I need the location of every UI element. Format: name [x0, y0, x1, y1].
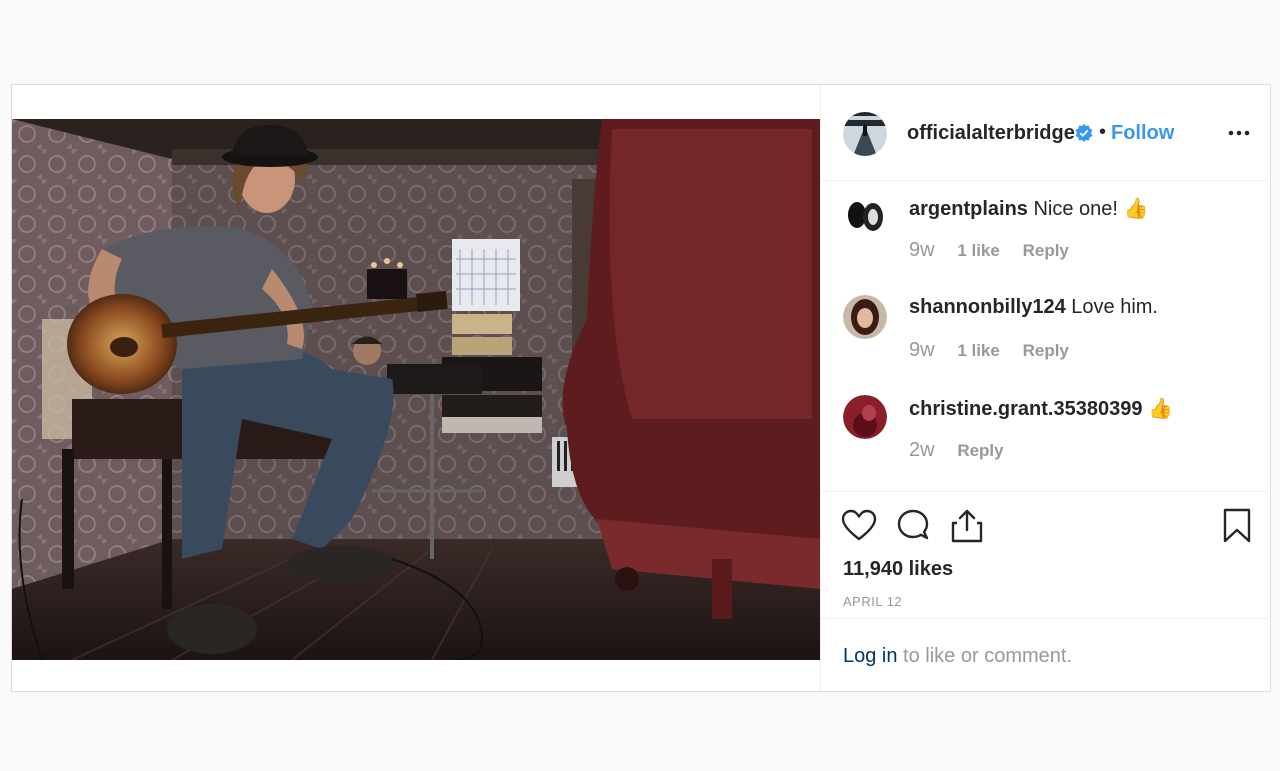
comment-item: argentplains Nice one! 👍 9w 1 like Reply	[821, 181, 1271, 281]
login-rest-text: to like or comment.	[897, 645, 1073, 667]
comment-meta: 9w 1 like Reply	[909, 239, 1087, 262]
comment-meta: 9w 1 like Reply	[909, 339, 1087, 362]
comment-icon[interactable]	[895, 508, 931, 544]
reply-button[interactable]: Reply	[1023, 341, 1069, 360]
post-sidebar: officialalterbridge • Follow argentplain…	[820, 85, 1271, 691]
comment-item: christine.grant.35380399 👍 2w Reply	[821, 381, 1271, 481]
comment-meta: 2w Reply	[909, 439, 1022, 462]
reply-button[interactable]: Reply	[957, 441, 1003, 460]
post-actions: 11,940 likes APRIL 12	[821, 491, 1271, 619]
comment-body: Nice one! 👍	[1033, 198, 1149, 220]
comment-username[interactable]: argentplains	[909, 198, 1028, 220]
author-avatar[interactable]	[843, 112, 887, 156]
reply-button[interactable]: Reply	[1023, 241, 1069, 260]
bookmark-icon[interactable]	[1219, 508, 1255, 544]
author-username[interactable]: officialalterbridge	[907, 122, 1075, 145]
comment-likes[interactable]: 1 like	[957, 341, 1000, 360]
comment-body: Love him.	[1071, 296, 1158, 318]
login-text: Log in to like or comment.	[843, 645, 1072, 668]
heart-icon[interactable]	[841, 508, 877, 544]
commenter-avatar[interactable]	[843, 395, 887, 439]
separator-dot: •	[1099, 121, 1107, 143]
share-icon[interactable]	[949, 508, 985, 544]
comment-text: shannonbilly124 Love him.	[909, 296, 1158, 319]
comments-list: argentplains Nice one! 👍 9w 1 like Reply	[821, 181, 1271, 491]
verified-badge-icon	[1075, 124, 1093, 142]
commenter-avatar[interactable]	[843, 195, 887, 239]
comment-text: argentplains Nice one! 👍	[909, 196, 1148, 221]
follow-button[interactable]: Follow	[1111, 122, 1174, 145]
comment-time[interactable]: 2w	[909, 439, 935, 461]
comment-text: christine.grant.35380399 👍	[909, 396, 1173, 421]
post-photo[interactable]	[12, 119, 820, 660]
likes-count[interactable]: 11,940 likes	[843, 558, 953, 581]
comment-username[interactable]: shannonbilly124	[909, 296, 1066, 318]
more-options-icon[interactable]	[1227, 123, 1251, 143]
comment-username[interactable]: christine.grant.35380399	[909, 398, 1142, 420]
comment-likes[interactable]: 1 like	[957, 241, 1000, 260]
login-prompt: Log in to like or comment.	[821, 618, 1271, 691]
studio-guitarist-photo	[12, 119, 820, 660]
commenter-avatar[interactable]	[843, 295, 887, 339]
comment-time[interactable]: 9w	[909, 239, 935, 261]
post-date[interactable]: APRIL 12	[843, 594, 902, 609]
comment-body: 👍	[1148, 398, 1173, 420]
login-link[interactable]: Log in	[843, 645, 898, 667]
post-card: officialalterbridge • Follow argentplain…	[11, 84, 1271, 692]
post-header: officialalterbridge • Follow	[821, 85, 1271, 181]
comment-item: shannonbilly124 Love him. 9w 1 like Repl…	[821, 281, 1271, 381]
comment-time[interactable]: 9w	[909, 339, 935, 361]
band-logo-image	[843, 112, 887, 156]
